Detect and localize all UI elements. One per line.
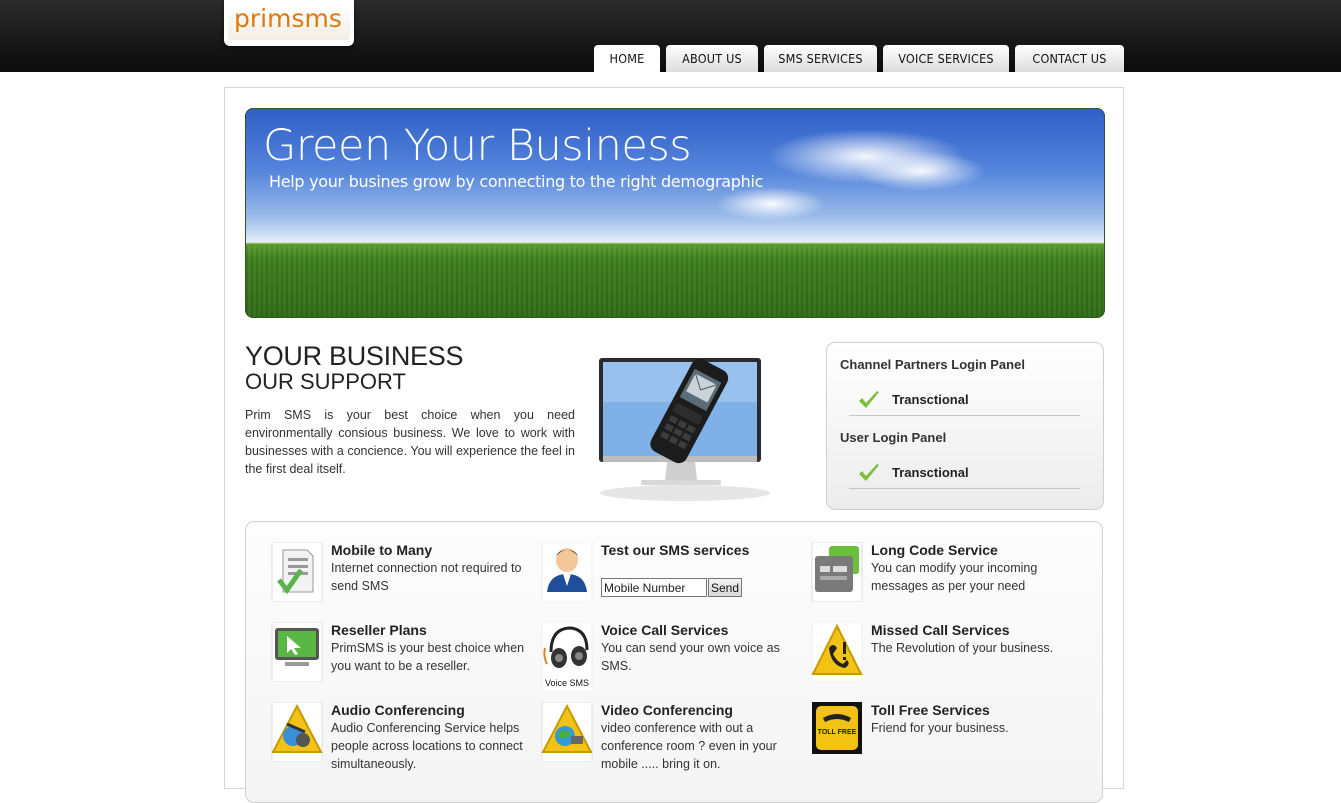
service-description: video conference with out a conference r… <box>601 721 777 771</box>
user-login-title: User Login Panel <box>840 430 947 445</box>
channel-partners-login-title: Channel Partners Login Panel <box>840 357 1025 372</box>
main-content: Green Your Business Help your busines gr… <box>224 87 1124 803</box>
service-description: You can send your own voice as SMS. <box>601 641 780 673</box>
mobile-number-input[interactable] <box>601 578 707 597</box>
intro-text: Prim SMS is your best choice when you ne… <box>245 408 575 476</box>
service-title: Toll Free Services <box>871 702 990 718</box>
video-conference-icon <box>541 702 593 762</box>
service-title: Mobile to Many <box>331 542 433 558</box>
intro-title: YOUR BUSINESS <box>245 341 464 371</box>
nav-tab-contact-us[interactable]: CONTACT US <box>1015 45 1124 72</box>
service-title: Voice Call Services <box>601 622 729 638</box>
user-transactional-login-link[interactable]: Transctional <box>849 460 1080 489</box>
user-transactional-label: Transctional <box>892 465 969 480</box>
monitor-cursor-icon <box>271 622 323 682</box>
banner-subtitle: Help your busines grow by connecting to … <box>269 172 764 191</box>
service-title: Missed Call Services <box>871 622 1010 638</box>
top-header-bar: primsms HOME ABOUT US SMS SERVICES VOICE… <box>0 0 1341 72</box>
nav-tab-about-us[interactable]: ABOUT US <box>666 45 758 72</box>
checkmark-icon <box>859 391 879 408</box>
monitor-phone-illustration <box>597 356 787 510</box>
toll-free-caption: TOLL FREE <box>818 729 857 736</box>
document-check-icon <box>271 542 323 602</box>
missed-call-warning-icon <box>811 622 863 682</box>
service-description: Internet connection not required to send… <box>331 561 522 593</box>
service-description: You can modify your incoming messages as… <box>871 561 1038 593</box>
support-agent-icon <box>541 542 593 602</box>
grass-texture <box>246 246 1104 317</box>
audio-conference-icon <box>271 702 323 762</box>
intro-subtitle: OUR SUPPORT <box>245 369 406 394</box>
service-title: Video Conferencing <box>601 702 733 718</box>
channel-transactional-login-link[interactable]: Transctional <box>849 387 1080 416</box>
toll-free-icon: TOLL FREE <box>812 702 862 754</box>
hero-banner: Green Your Business Help your busines gr… <box>245 108 1105 318</box>
service-description: Audio Conferencing Service helps people … <box>331 721 523 771</box>
headphones-icon: Voice SMS <box>541 622 593 692</box>
nav-tab-home[interactable]: HOME <box>594 45 660 72</box>
service-title: Reseller Plans <box>331 622 427 638</box>
channel-transactional-label: Transctional <box>892 392 969 407</box>
nav-tab-voice-services[interactable]: VOICE SERVICES <box>883 45 1009 72</box>
service-title: Audio Conferencing <box>331 702 465 718</box>
service-description: Friend for your business. <box>871 721 1009 735</box>
service-description: The Revolution of your business. <box>871 641 1054 655</box>
site-logo[interactable]: primsms <box>224 0 354 46</box>
logo-text: primsms <box>234 4 342 33</box>
service-description: PrimSMS is your best choice when you wan… <box>331 641 525 673</box>
voice-sms-caption: Voice SMS <box>545 678 589 688</box>
login-panel: Channel Partners Login Panel Transctiona… <box>826 342 1104 510</box>
cloud-shape <box>856 151 986 191</box>
checkmark-icon <box>859 464 879 481</box>
long-code-icon <box>811 542 863 602</box>
services-panel: Mobile to Many Internet connection not r… <box>245 521 1103 803</box>
service-title: Test our SMS services <box>601 542 750 558</box>
banner-title: Green Your Business <box>263 121 692 171</box>
nav-tab-sms-services[interactable]: SMS SERVICES <box>764 45 877 72</box>
send-button[interactable]: Send <box>708 578 742 597</box>
service-title: Long Code Service <box>871 542 998 558</box>
cloud-shape <box>716 187 826 221</box>
